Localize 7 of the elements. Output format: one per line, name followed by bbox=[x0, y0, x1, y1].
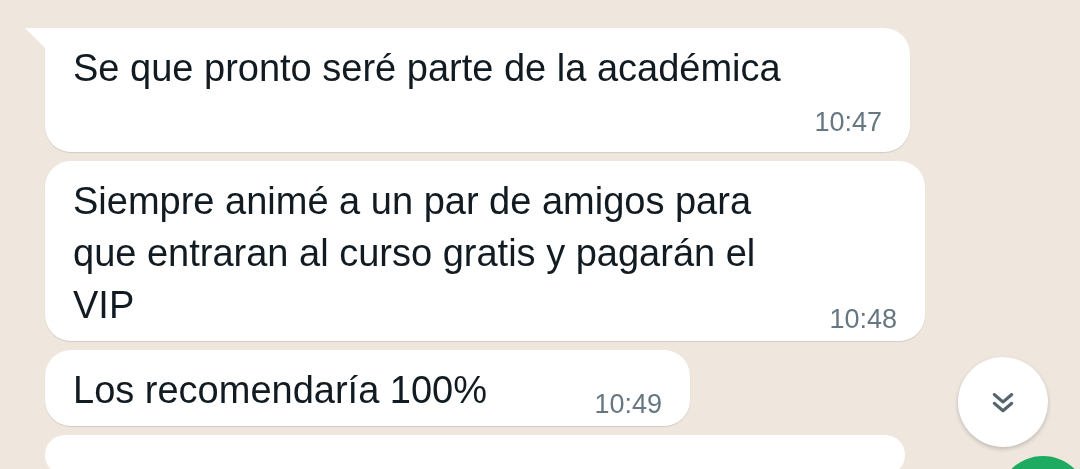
message-text: Se que pronto seré parte de la académica bbox=[73, 46, 782, 91]
message-text: Siempre animé a un par de amigos para que entraran al curso gratis y pagarán el VIP bbox=[73, 179, 757, 328]
message-time: 10:47 bbox=[814, 106, 882, 139]
message-text: Los recomendaría 100% bbox=[73, 368, 488, 413]
message-time: 10:48 bbox=[829, 303, 897, 336]
message-time: 10:49 bbox=[594, 388, 662, 421]
scroll-down-button[interactable] bbox=[958, 357, 1048, 447]
